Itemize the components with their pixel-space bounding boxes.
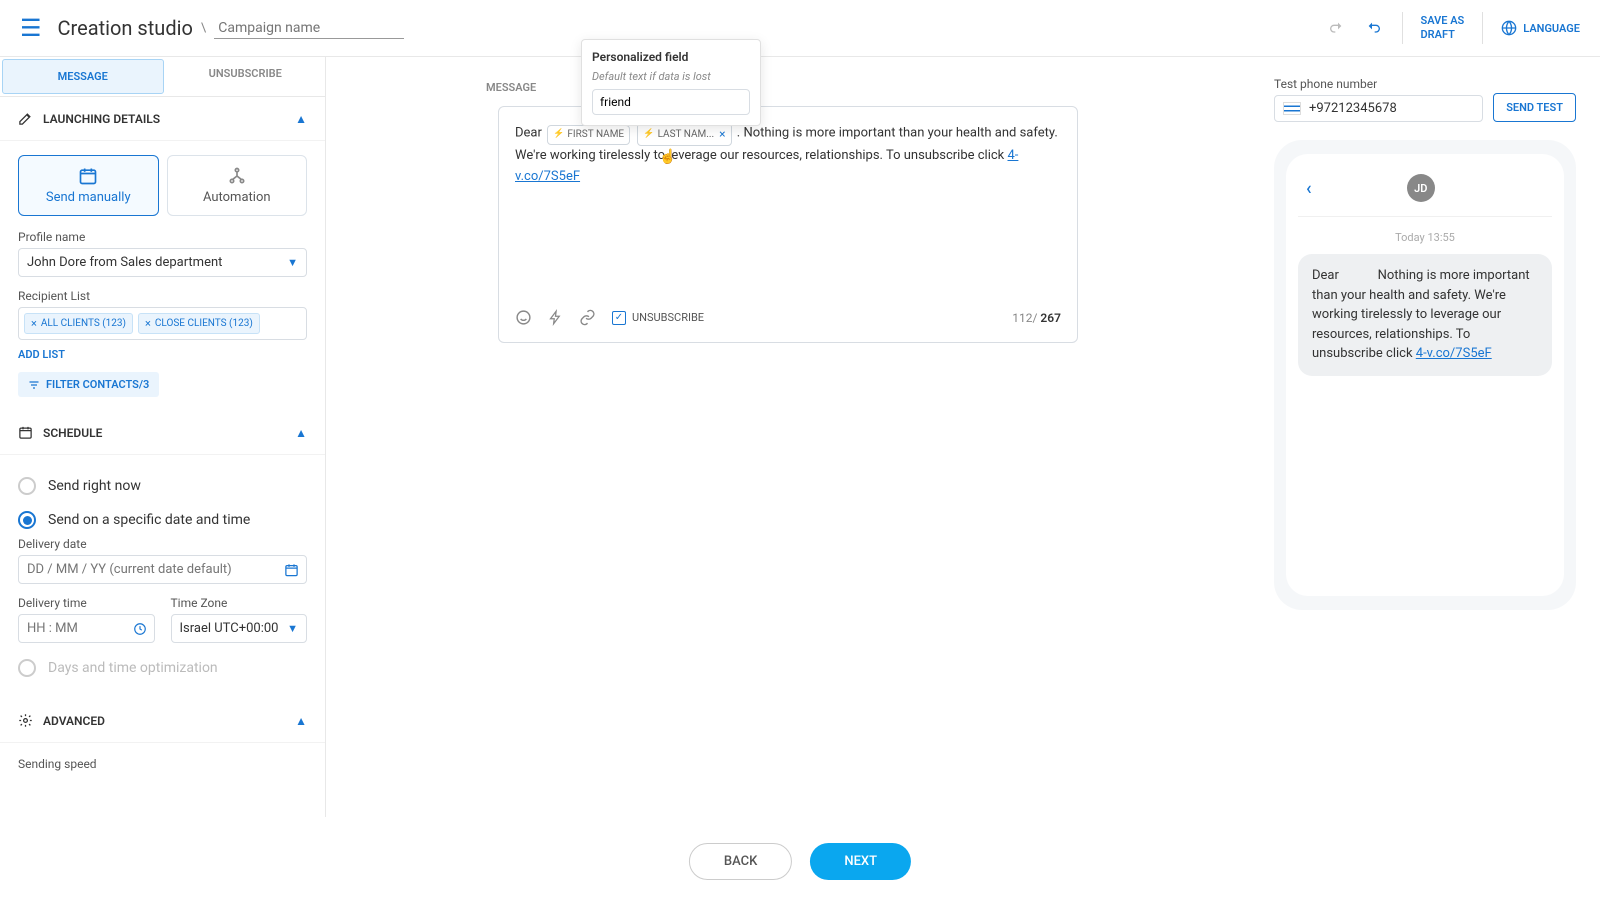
profile-name-label: Profile name [18, 230, 307, 244]
tab-message[interactable]: MESSAGE [2, 59, 164, 94]
sending-speed-label: Sending speed [18, 757, 307, 771]
char-counter: 112/ 267 [1012, 311, 1061, 325]
delivery-date-input[interactable] [18, 555, 307, 584]
chevron-up-icon: ▲ [295, 714, 307, 728]
flag-icon [1283, 102, 1301, 115]
pill-remove-icon[interactable]: × [719, 125, 725, 144]
send-test-button[interactable]: SEND TEST [1493, 93, 1576, 122]
clock-icon[interactable] [133, 622, 147, 636]
calendar-icon[interactable] [284, 562, 299, 577]
back-button[interactable]: BACK [689, 843, 792, 880]
emoji-icon[interactable] [515, 309, 532, 326]
chip-close-clients[interactable]: ×CLOSE CLIENTS (123) [138, 313, 260, 334]
footer-nav: BACK NEXT [689, 843, 911, 880]
phone-preview: ‹ JD Today 13:55 Dear Nothing is more im… [1274, 140, 1576, 610]
test-phone-input[interactable]: +97212345678 [1274, 95, 1483, 122]
bolt-icon[interactable] [548, 309, 563, 326]
campaign-name-input[interactable] [214, 18, 404, 39]
preview-message-bubble: Dear Nothing is more important than your… [1298, 254, 1552, 376]
timezone-label: Time Zone [171, 596, 308, 610]
editor-header: MESSAGE [486, 81, 536, 94]
menu-icon[interactable]: ☰ [20, 14, 42, 42]
popover-hint: Default text if data is lost [592, 70, 750, 83]
chevron-down-icon: ▼ [287, 256, 298, 269]
save-as-draft-button[interactable]: SAVE AS DRAFT [1421, 14, 1465, 43]
personalized-field-popover: Personalized field Default text if data … [581, 39, 761, 126]
radio-send-now[interactable]: Send right now [18, 469, 307, 503]
radio-send-specific[interactable]: Send on a specific date and time [18, 503, 307, 537]
test-phone-label: Test phone number [1274, 77, 1483, 91]
schedule-icon [18, 425, 33, 440]
sidebar: MESSAGE UNSUBSCRIBE LAUNCHING DETAILS ▲ … [0, 57, 326, 817]
chevron-up-icon: ▲ [295, 426, 307, 440]
section-schedule-toggle[interactable]: SCHEDULE ▲ [0, 411, 325, 455]
automation-button[interactable]: Automation [167, 155, 308, 216]
profile-name-select[interactable]: John Dore from Sales department ▼ [18, 248, 307, 277]
preview-time: Today 13:55 [1298, 231, 1552, 244]
top-bar: ☰ Creation studio \ SAVE AS DRAFT LANGUA… [0, 0, 1600, 57]
send-manually-button[interactable]: Send manually [18, 155, 159, 216]
chip-all-clients[interactable]: ×ALL CLIENTS (123) [24, 313, 133, 334]
editor-pane: MESSAGE Personalized field Default text … [326, 57, 1250, 817]
breadcrumb-sep: \ [201, 21, 206, 36]
chevron-down-icon: ▼ [287, 622, 298, 635]
unsubscribe-checkbox[interactable]: ✓ UNSUBSCRIBE [612, 311, 704, 325]
edit-icon [18, 111, 33, 126]
recipient-list-input[interactable]: ×ALL CLIENTS (123) ×CLOSE CLIENTS (123) [18, 307, 307, 340]
app-title: Creation studio [58, 16, 193, 40]
radio-optimization[interactable]: Days and time optimization [18, 651, 307, 685]
recipient-list-label: Recipient List [18, 289, 307, 303]
popover-default-text-input[interactable] [592, 89, 750, 115]
redo-icon[interactable] [1364, 20, 1384, 36]
undo-icon[interactable] [1326, 20, 1346, 36]
section-launching-toggle[interactable]: LAUNCHING DETAILS ▲ [0, 97, 325, 141]
chevron-up-icon: ▲ [295, 112, 307, 126]
globe-icon [1501, 20, 1517, 36]
popover-title: Personalized field [592, 50, 750, 64]
message-body[interactable]: Dear ⚡FIRST NAME ⚡LAST NAM...× . Nothing… [515, 123, 1061, 293]
calendar-icon [25, 166, 152, 186]
filter-icon [28, 379, 40, 391]
field-last-name-pill[interactable]: ⚡LAST NAM...× [637, 123, 731, 146]
automation-icon [174, 166, 301, 186]
add-list-button[interactable]: ADD LIST [18, 348, 65, 361]
tab-unsubscribe[interactable]: UNSUBSCRIBE [166, 57, 326, 96]
avatar: JD [1407, 174, 1435, 202]
link-icon[interactable] [579, 309, 596, 326]
field-first-name-pill[interactable]: ⚡FIRST NAME [547, 125, 630, 145]
section-advanced-toggle[interactable]: ADVANCED ▲ [0, 699, 325, 743]
language-button[interactable]: LANGUAGE [1501, 20, 1580, 36]
next-button[interactable]: NEXT [810, 843, 911, 880]
back-icon: ‹ [1306, 178, 1312, 199]
timezone-select[interactable]: Israel UTC+00:00 ▼ [171, 614, 308, 643]
gear-icon [18, 713, 33, 728]
filter-contacts-button[interactable]: FILTER CONTACTS/3 [18, 372, 159, 397]
preview-unsub-link: 4-v.co/7S5eF [1416, 346, 1492, 361]
delivery-time-label: Delivery time [18, 596, 155, 610]
preview-pane: Test phone number +97212345678 SEND TEST… [1250, 57, 1600, 817]
message-editor[interactable]: Personalized field Default text if data … [498, 106, 1078, 343]
delivery-date-label: Delivery date [18, 537, 307, 551]
